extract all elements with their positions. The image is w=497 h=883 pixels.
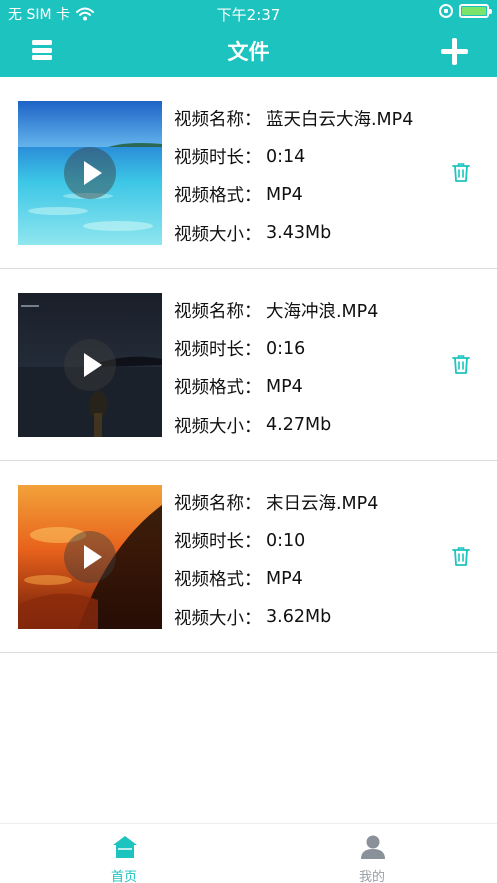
video-duration-row: 视频时长： 0:16 — [174, 329, 378, 367]
home-icon — [112, 834, 138, 860]
video-duration-row: 视频时长： 0:10 — [174, 521, 378, 559]
video-name-row: 视频名称： 末日云海.MP4 — [174, 483, 378, 521]
video-format: MP4 — [266, 568, 303, 589]
video-duration-row: 视频时长： 0:14 — [174, 137, 413, 175]
size-label: 视频大小： — [174, 608, 262, 629]
play-icon[interactable] — [64, 339, 116, 391]
tab-home[interactable]: 首页 — [74, 832, 174, 883]
video-thumbnail[interactable] — [18, 101, 162, 245]
size-label: 视频大小： — [174, 224, 262, 245]
trash-icon[interactable] — [452, 162, 470, 182]
play-icon[interactable] — [64, 531, 116, 583]
video-format-row: 视频格式： MP4 — [174, 368, 378, 406]
tab-mine-label: 我的 — [358, 870, 385, 883]
tab-bar: 首页 我的 — [0, 823, 497, 883]
video-size-row: 视频大小： 3.43Mb — [174, 214, 413, 252]
video-name: 蓝天白云大海.MP4 — [266, 109, 414, 130]
video-size: 4.27Mb — [266, 415, 332, 436]
list-item[interactable]: 视频名称： 末日云海.MP4 视频时长： 0:10 视频格式： MP4 视频大小… — [0, 461, 497, 653]
page-title: 文件 — [227, 40, 270, 64]
video-size-row: 视频大小： 4.27Mb — [174, 406, 378, 444]
video-thumbnail[interactable] — [18, 485, 162, 629]
list-item[interactable]: 视频名称： 蓝天白云大海.MP4 视频时长： 0:14 视频格式： MP4 视频… — [0, 77, 497, 269]
video-info: 视频名称： 大海冲浪.MP4 视频时长： 0:16 视频格式： MP4 视频大小… — [174, 291, 378, 445]
video-name: 末日云海.MP4 — [266, 493, 379, 514]
video-size: 3.62Mb — [266, 607, 332, 628]
video-format: MP4 — [266, 184, 303, 205]
name-label: 视频名称： — [174, 109, 262, 130]
video-duration: 0:10 — [266, 530, 306, 551]
video-size-row: 视频大小： 3.62Mb — [174, 598, 378, 636]
video-name-row: 视频名称： 大海冲浪.MP4 — [174, 291, 378, 329]
video-format-row: 视频格式： MP4 — [174, 176, 413, 214]
header: 无 SIM 卡 下午2:37 文件 — [0, 0, 497, 77]
status-right — [439, 4, 492, 18]
nav-bar: 文件 — [0, 26, 497, 77]
video-name-row: 视频名称： 蓝天白云大海.MP4 — [174, 99, 413, 137]
video-info: 视频名称： 末日云海.MP4 视频时长： 0:10 视频格式： MP4 视频大小… — [174, 483, 378, 637]
video-format-row: 视频格式： MP4 — [174, 560, 378, 598]
video-info: 视频名称： 蓝天白云大海.MP4 视频时长： 0:14 视频格式： MP4 视频… — [174, 99, 413, 253]
format-label: 视频格式： — [174, 570, 262, 591]
status-time: 下午2:37 — [216, 6, 281, 24]
tab-home-label: 首页 — [110, 870, 137, 883]
size-label: 视频大小： — [174, 416, 262, 437]
video-duration: 0:16 — [266, 338, 306, 359]
format-label: 视频格式： — [174, 378, 262, 399]
play-icon[interactable] — [64, 147, 116, 199]
status-bar: 无 SIM 卡 下午2:37 — [0, 0, 497, 26]
tab-mine[interactable]: 我的 — [322, 832, 422, 883]
duration-label: 视频时长： — [174, 148, 262, 169]
format-label: 视频格式： — [174, 186, 262, 207]
trash-icon[interactable] — [452, 546, 470, 566]
trash-icon[interactable] — [452, 354, 470, 374]
video-list: 视频名称： 蓝天白云大海.MP4 视频时长： 0:14 视频格式： MP4 视频… — [0, 77, 497, 653]
video-name: 大海冲浪.MP4 — [266, 301, 379, 322]
battery-icon — [459, 4, 492, 18]
list-item[interactable]: 视频名称： 大海冲浪.MP4 视频时长： 0:16 视频格式： MP4 视频大小… — [0, 269, 497, 461]
user-icon — [360, 834, 386, 860]
name-label: 视频名称： — [174, 301, 262, 322]
video-size: 3.43Mb — [266, 223, 332, 244]
duration-label: 视频时长： — [174, 532, 262, 553]
video-format: MP4 — [266, 376, 303, 397]
video-duration: 0:14 — [266, 146, 306, 167]
name-label: 视频名称： — [174, 493, 262, 514]
add-icon[interactable] — [441, 38, 468, 65]
rotation-lock-icon — [439, 4, 453, 18]
video-thumbnail[interactable] — [18, 293, 162, 437]
duration-label: 视频时长： — [174, 340, 262, 361]
battery-level — [462, 7, 486, 15]
